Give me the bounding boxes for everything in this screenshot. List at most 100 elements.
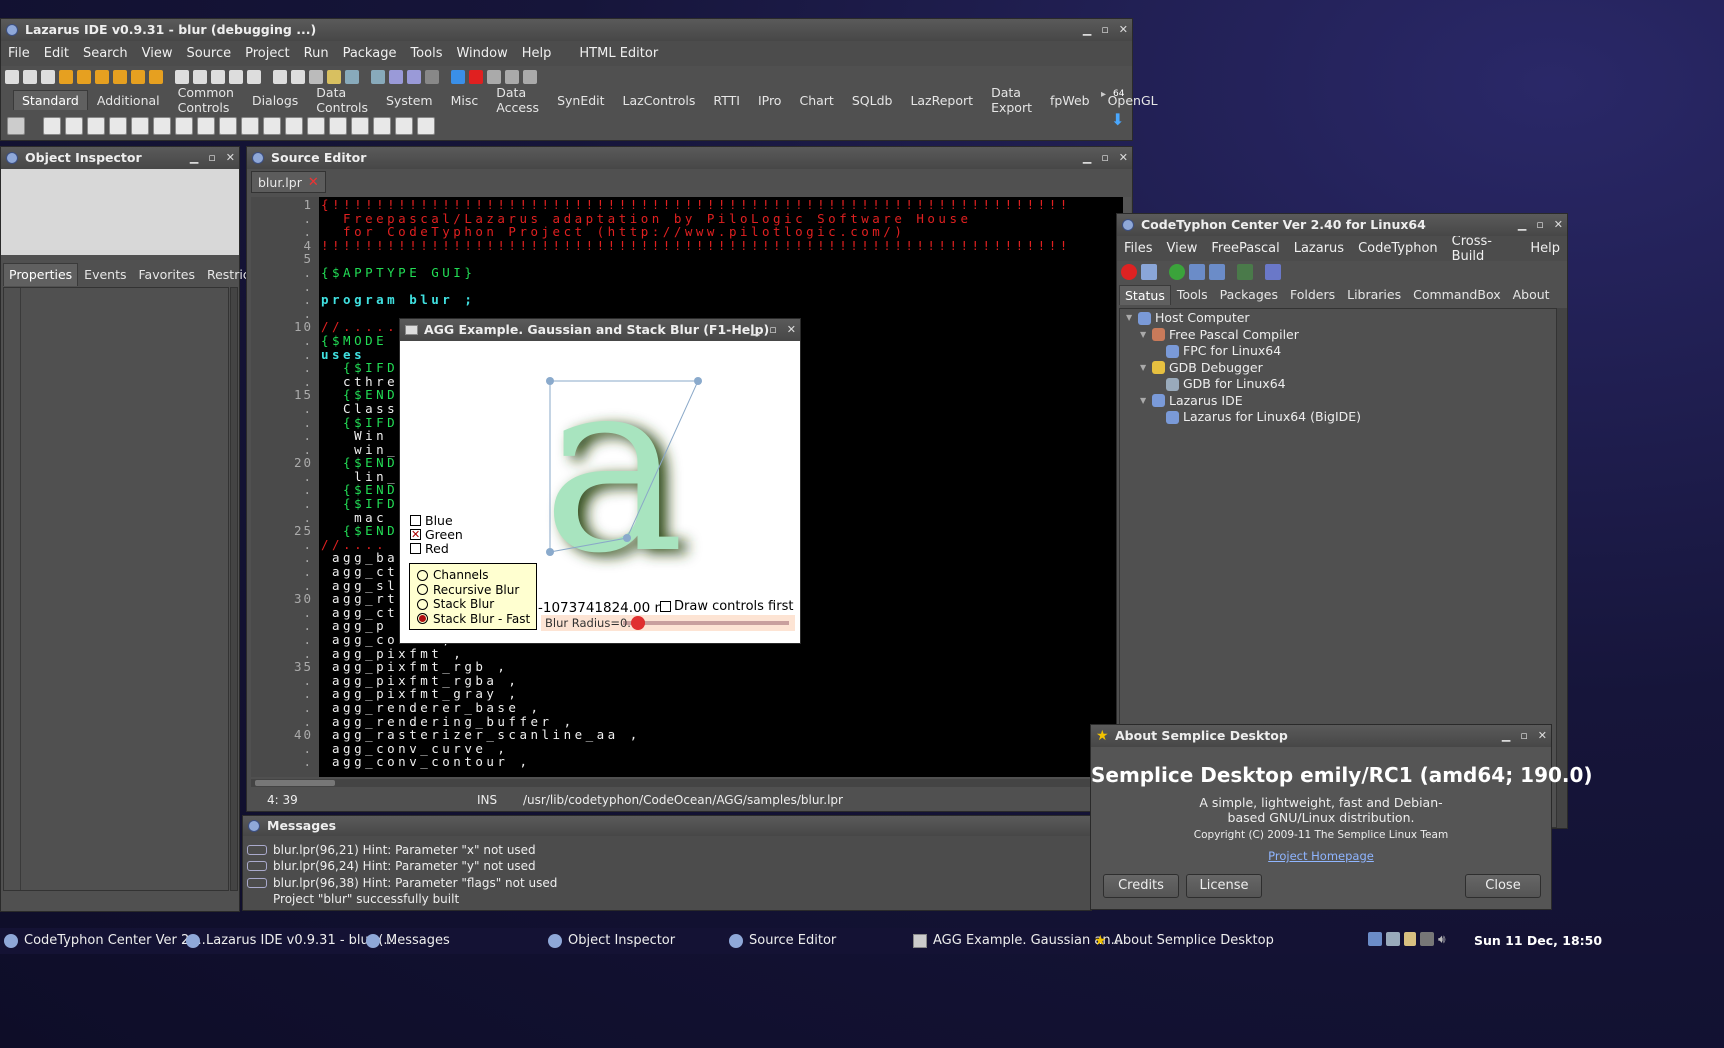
ct-tab-packages[interactable]: Packages (1214, 284, 1284, 305)
slider-thumb[interactable] (631, 616, 645, 630)
label-icon[interactable] (109, 117, 127, 135)
gear-icon[interactable] (389, 70, 403, 84)
control-point[interactable] (694, 377, 702, 385)
control-point[interactable] (546, 377, 554, 385)
tree-node[interactable]: FPC for Linux64 (1120, 343, 1556, 360)
toggle-box-icon[interactable] (175, 117, 193, 135)
palette-tab-fpweb[interactable]: fpWeb (1041, 90, 1099, 111)
ct-menu-files[interactable]: Files (1117, 241, 1160, 256)
palette-down-arrow-icon[interactable]: ⬇ (1111, 110, 1129, 129)
open-project-icon[interactable] (273, 70, 287, 84)
menu-html-editor[interactable]: HTML Editor (572, 46, 665, 61)
revert-icon[interactable] (149, 70, 163, 84)
palette-tab-system[interactable]: System (377, 90, 442, 111)
save-project-icon[interactable] (291, 70, 305, 84)
window-icon[interactable] (1189, 264, 1205, 280)
object-inspector-titlebar[interactable]: Object Inspector ▁ ▫ ✕ (1, 147, 239, 169)
taskbar-item[interactable]: ★ About Semplice Desktop (1094, 933, 1274, 948)
panel-icon[interactable] (373, 117, 391, 135)
minimize-icon[interactable]: ▁ (1083, 19, 1091, 41)
radio-option[interactable]: Channels (410, 568, 536, 583)
palette-tab-data-export[interactable]: Data Export (982, 82, 1041, 118)
listbox-icon[interactable] (241, 117, 259, 135)
new-form-icon[interactable] (23, 70, 37, 84)
agg-titlebar[interactable]: AGG Example. Gaussian and Stack Blur (F1… (400, 319, 800, 341)
inspector-tab-properties[interactable]: Properties (3, 263, 79, 286)
groupbox-icon[interactable] (307, 117, 325, 135)
lazarus-titlebar[interactable]: Lazarus IDE v0.9.31 - blur (debugging ..… (1, 19, 1132, 41)
close-icon[interactable]: ✕ (1119, 19, 1128, 41)
taskbar-item[interactable]: AGG Example. Gaussian an... (913, 933, 1123, 948)
message-row[interactable]: blur.lpr(96,38) Hint: Parameter "flags" … (247, 875, 557, 891)
close-icon[interactable]: ✕ (787, 319, 796, 341)
checkbox-green[interactable]: ✕ Green (410, 527, 463, 542)
scrollbar-icon[interactable] (285, 117, 303, 135)
build-icon[interactable] (1265, 264, 1281, 280)
taskbar-item[interactable]: Source Editor (729, 933, 836, 948)
control-point[interactable] (623, 534, 631, 542)
tree-node[interactable]: ▼ Free Pascal Compiler (1120, 327, 1556, 344)
editor-hscrollbar[interactable] (251, 779, 1131, 787)
inspector-tab-favorites[interactable]: Favorites (133, 263, 201, 286)
project-homepage-link[interactable]: Project Homepage (1091, 849, 1551, 863)
clock[interactable]: Sun 11 Dec, 18:50 (1474, 933, 1602, 948)
minimize-icon[interactable]: ▁ (1083, 147, 1091, 169)
new-window-icon[interactable] (41, 70, 55, 84)
inspector-tab-events[interactable]: Events (78, 263, 132, 286)
taskbar-item[interactable]: Lazarus IDE v0.9.31 - blur (... (186, 933, 396, 948)
message-list[interactable]: blur.lpr(96,21) Hint: Parameter "x" not … (247, 842, 557, 907)
windows-icon[interactable] (1209, 264, 1225, 280)
palette-tab-data-controls[interactable]: Data Controls (307, 82, 377, 118)
menu-search[interactable]: Search (76, 46, 135, 61)
combobox-icon[interactable] (263, 117, 281, 135)
message-row[interactable]: blur.lpr(96,24) Hint: Parameter "y" not … (247, 858, 557, 874)
palette-tab-sqldb[interactable]: SQLdb (843, 90, 902, 111)
menu-window[interactable]: Window (449, 46, 514, 61)
close-icon[interactable]: ✕ (1119, 147, 1128, 169)
ct-tab-commandbox[interactable]: CommandBox (1407, 284, 1506, 305)
maximize-icon[interactable]: ▫ (208, 147, 215, 169)
palette-tab-opengl[interactable]: OpenGL (1099, 90, 1167, 111)
radiogroup-icon[interactable] (329, 117, 347, 135)
monitor-icon[interactable] (1386, 932, 1400, 946)
tree-node[interactable]: ▼ Lazarus IDE (1120, 393, 1556, 410)
palette-tab-dialogs[interactable]: Dialogs (243, 90, 307, 111)
menu-tools[interactable]: Tools (403, 46, 449, 61)
tree-node[interactable]: GDB for Linux64 (1120, 376, 1556, 393)
open-recent-icon[interactable] (77, 70, 91, 84)
maximize-icon[interactable]: ▫ (1536, 214, 1543, 236)
checkgroup-icon[interactable] (351, 117, 369, 135)
messages-titlebar[interactable]: Messages (243, 816, 1091, 836)
palette-tab-lazreport[interactable]: LazReport (901, 90, 982, 111)
palette-tab-lazcontrols[interactable]: LazControls (614, 90, 705, 111)
credits-button[interactable]: Credits (1103, 874, 1179, 898)
palette-tab-data-access[interactable]: Data Access (487, 82, 548, 118)
license-button[interactable]: License (1186, 874, 1262, 898)
memo-icon[interactable] (153, 117, 171, 135)
menu-run[interactable]: Run (297, 46, 336, 61)
settings-icon[interactable] (1141, 264, 1157, 280)
taskbar-item[interactable]: Object Inspector (548, 933, 675, 948)
open-icon[interactable] (59, 70, 73, 84)
close-icon[interactable]: ✕ (1554, 214, 1563, 236)
close-icon[interactable]: ✕ (1538, 725, 1547, 747)
ct-tab-folders[interactable]: Folders (1284, 284, 1341, 305)
blur-radius-slider[interactable]: Blur Radius=0.00 (541, 615, 795, 631)
expand-icon[interactable]: ▼ (1140, 327, 1148, 344)
minimize-icon[interactable]: ▁ (751, 319, 759, 341)
bug-icon[interactable] (1420, 932, 1434, 946)
palette-scroll-icon[interactable]: ▸ (1101, 89, 1106, 100)
radio-button-icon[interactable] (219, 117, 237, 135)
palette-tab-misc[interactable]: Misc (442, 90, 488, 111)
ct-tab-about[interactable]: About (1507, 284, 1556, 305)
ct-menu-view[interactable]: View (1160, 241, 1205, 256)
ct-tab-status[interactable]: Status (1119, 285, 1171, 305)
network-icon[interactable] (1368, 932, 1382, 946)
checkbox-blue[interactable]: Blue (410, 513, 463, 528)
property-grid[interactable] (3, 287, 229, 891)
minimize-icon[interactable]: ▁ (190, 147, 198, 169)
ct-menu-codetyphon[interactable]: CodeTyphon (1351, 241, 1445, 256)
maximize-icon[interactable]: ▫ (769, 319, 776, 341)
source-editor-titlebar[interactable]: Source Editor ▁ ▫ ✕ (247, 147, 1132, 169)
checkbox-icon[interactable] (197, 117, 215, 135)
